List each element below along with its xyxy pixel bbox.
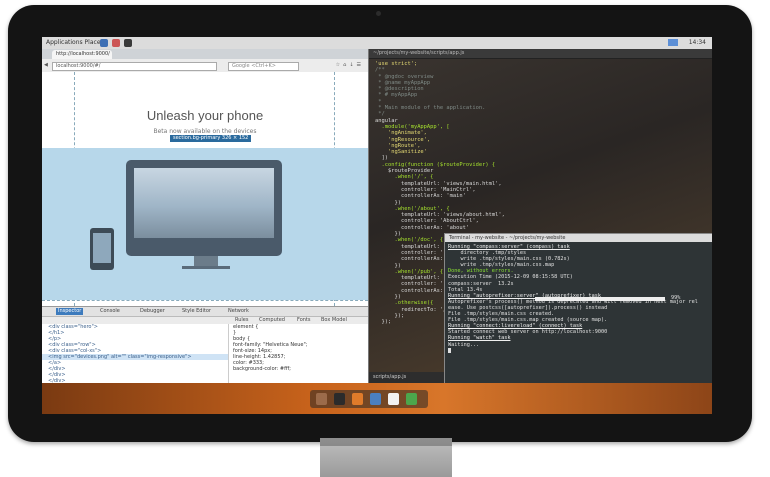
terminal-launcher-icon[interactable] <box>124 39 132 47</box>
page-headline: Unleash your phone <box>146 108 264 123</box>
rules-tabs: Rules Computed Fonts Box Model <box>229 317 368 324</box>
terminal-cursor <box>448 347 451 353</box>
terminal-line: Waiting... <box>448 341 480 348</box>
tab-rules[interactable]: Rules <box>235 317 249 324</box>
markup-view[interactable]: <div class="hero"> </h1> </p> <div class… <box>42 324 229 384</box>
files-icon[interactable] <box>370 393 381 405</box>
terminal-title: Terminal - my-website - ~/projects/my-we… <box>445 234 712 242</box>
show-desktop-icon[interactable] <box>316 393 327 405</box>
back-icon[interactable]: ◀ <box>44 62 48 68</box>
phone-screen <box>93 233 111 263</box>
monitor-bezel: Applications Places 14:34 http://localho… <box>8 5 752 442</box>
browser-nav-bar: ◀ localhost:9000/#/ Google <Ctrl+K> ☆⌂↓☰ <box>42 59 368 73</box>
tab-box-model[interactable]: Box Model <box>321 317 347 324</box>
dock <box>310 390 428 408</box>
tab-style-editor[interactable]: Style Editor <box>180 308 213 315</box>
applications-menu[interactable]: Applications Places <box>46 39 104 46</box>
devtools-tabs: Inspector Console Debugger Style Editor … <box>42 307 368 317</box>
toolbar-icons[interactable]: ☆⌂↓☰ <box>336 62 364 68</box>
desktop-device-image <box>126 160 282 256</box>
device-screen <box>134 168 274 238</box>
rules-view[interactable]: element { } body { font-family: "Helveti… <box>229 324 368 384</box>
tab-inspector[interactable]: Inspector <box>56 308 84 315</box>
browser-window: http://localhost:9000/ ◀ localhost:9000/… <box>42 49 369 384</box>
search-box[interactable]: Google <Ctrl+K> <box>228 62 299 71</box>
address-bar[interactable]: localhost:9000/#/ <box>52 62 217 71</box>
tab-fonts[interactable]: Fonts <box>297 317 311 324</box>
inspector-tooltip: section.bg-primary 326 × 152 <box>170 135 252 142</box>
devtools-panel: Inspector Console Debugger Style Editor … <box>42 306 368 384</box>
libreoffice-icon[interactable] <box>406 393 417 405</box>
panel-clock[interactable]: 14:34 <box>689 39 706 46</box>
phone-device-image <box>90 228 114 270</box>
browser-tab[interactable]: http://localhost:9000/ <box>52 50 112 59</box>
desktop-screen: Applications Places 14:34 http://localho… <box>42 37 712 414</box>
device-stand <box>194 256 218 266</box>
gedit-icon[interactable] <box>388 393 399 405</box>
tab-network[interactable]: Network <box>226 308 251 315</box>
device-base <box>182 266 230 269</box>
terminal-window: Terminal - my-website - ~/projects/my-we… <box>444 233 712 402</box>
css-rule-line[interactable]: background-color: #fff; <box>229 366 368 372</box>
editor-title: ~/projects/my-website/scripts/app.js <box>369 49 712 59</box>
page-viewport: Unleash your phone Beta now available on… <box>42 72 368 306</box>
files-launcher-icon[interactable] <box>100 39 108 47</box>
webcam-icon <box>376 11 381 16</box>
browser-tab-strip: http://localhost:9000/ <box>42 49 368 59</box>
progress-bar <box>535 297 665 301</box>
browser-tab-title: http://localhost:9000/ <box>56 51 110 57</box>
tab-debugger[interactable]: Debugger <box>138 308 167 315</box>
progress-percent: 99% <box>671 295 681 301</box>
monitor-stand-shadow <box>320 438 452 446</box>
firefox-icon[interactable] <box>352 393 363 405</box>
browser-launcher-icon[interactable] <box>112 39 120 47</box>
tab-console[interactable]: Console <box>98 308 122 315</box>
network-tray-icon[interactable] <box>668 39 678 46</box>
page-subline: Beta now available on the devices <box>153 128 257 135</box>
terminal-icon[interactable] <box>334 393 345 405</box>
layout-guide <box>42 300 368 301</box>
tab-computed[interactable]: Computed <box>259 317 285 324</box>
